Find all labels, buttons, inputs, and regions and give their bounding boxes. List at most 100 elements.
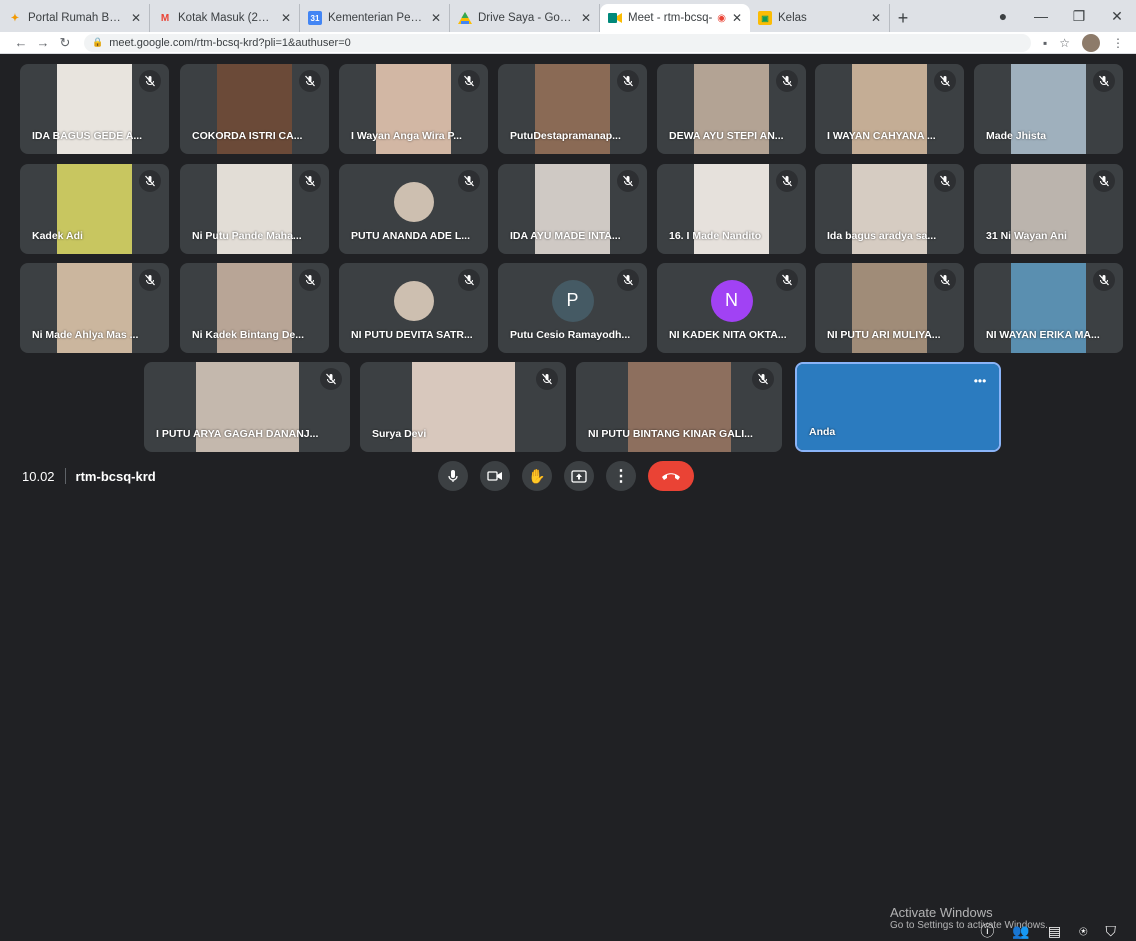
mic-off-icon	[617, 170, 639, 192]
url-text: meet.google.com/rtm-bcsq-krd?pli=1&authu…	[109, 36, 351, 49]
participant-tile[interactable]: Surya Devi	[360, 362, 566, 452]
watermark-line1: Activate Windows	[890, 905, 993, 920]
participant-tile[interactable]: NI WAYAN ERIKA MA...	[974, 263, 1123, 353]
participant-name: Anda	[809, 426, 836, 438]
activities-icon[interactable]: ⍟	[1079, 923, 1087, 940]
participant-name: IDA BAGUS GEDE A...	[32, 130, 143, 142]
mic-off-icon	[1093, 269, 1115, 291]
call-end-icon	[662, 473, 680, 480]
participant-tile[interactable]: IDA BAGUS GEDE A...	[20, 64, 169, 154]
new-tab-button[interactable]: +	[890, 4, 916, 32]
microphone-button[interactable]	[438, 461, 468, 491]
participant-name: NI PUTU ARI MULIYA...	[827, 329, 941, 341]
participant-avatar	[393, 181, 434, 222]
info-icon[interactable]: ⓘ	[980, 921, 994, 941]
participant-initial-avatar: P	[551, 279, 594, 322]
host-controls-icon[interactable]: ⛉	[1106, 923, 1117, 940]
close-tab-icon[interactable]: ✕	[871, 11, 881, 25]
participant-tile[interactable]: IDA AYU MADE INTA...	[498, 164, 647, 254]
close-tab-icon[interactable]: ✕	[131, 11, 141, 25]
tab-kelas[interactable]: ▣ Kelas ✕	[750, 4, 890, 32]
bookmark-star-icon[interactable]: ☆	[1059, 36, 1070, 50]
participant-tile[interactable]: 31 Ni Wayan Ani	[974, 164, 1123, 254]
camera-permission-icon[interactable]: ▪	[1043, 36, 1047, 50]
participant-tile[interactable]: ••• Anda	[795, 362, 1001, 452]
participant-tile[interactable]: 16. I Made Nandito	[657, 164, 806, 254]
url-field[interactable]: 🔒 meet.google.com/rtm-bcsq-krd?pli=1&aut…	[84, 33, 1031, 52]
participant-tile[interactable]: PUTU ANANDA ADE L...	[339, 164, 488, 254]
participant-tile[interactable]: Ni Kadek Bintang De...	[180, 263, 329, 353]
tab-portal-rumah-belajar[interactable]: ✦ Portal Rumah Belajar ✕	[0, 4, 150, 32]
participant-tile[interactable]: Ni Made Ahlya Mas ...	[20, 263, 169, 353]
participant-tile[interactable]: Ida bagus aradya sa...	[815, 164, 964, 254]
participant-tile[interactable]: COKORDA ISTRI CA...	[180, 64, 329, 154]
mic-off-icon	[617, 269, 639, 291]
participant-tile[interactable]: NI PUTU DEVITA SATR...	[339, 263, 488, 353]
mic-off-icon	[776, 70, 798, 92]
tile-options-icon[interactable]: •••	[969, 370, 991, 392]
tab-kementerian[interactable]: 31 Kementerian Pendidik ✕	[300, 4, 450, 32]
participant-tile[interactable]: Ni Putu Pande Maha...	[180, 164, 329, 254]
participant-tile[interactable]: NI PUTU BINTANG KINAR GALI...	[576, 362, 782, 452]
more-vert-icon: ⋮	[613, 468, 629, 485]
hand-icon: ✋	[528, 467, 546, 484]
close-tab-icon[interactable]: ✕	[281, 11, 291, 25]
call-controls: ✋ ⋮	[438, 461, 694, 491]
participant-tile[interactable]: I PUTU ARYA GAGAH DANANJ...	[144, 362, 350, 452]
drive-icon	[458, 11, 472, 25]
camera-button[interactable]	[480, 461, 510, 491]
recording-dot-icon: ◉	[717, 12, 726, 24]
participant-name: Made Jhista	[986, 130, 1047, 142]
participant-tile[interactable]: I WAYAN CAHYANA ...	[815, 64, 964, 154]
tab-label: Meet - rtm-bcsq-	[628, 12, 713, 24]
restore-icon[interactable]: ❐	[1060, 8, 1098, 25]
videocam-icon	[487, 471, 502, 481]
calendar-icon: 31	[308, 11, 322, 25]
profile-dot-icon[interactable]: ●	[984, 8, 1022, 24]
participant-name: Putu Cesio Ramayodh...	[510, 329, 631, 341]
participant-tile[interactable]: I Wayan Anga Wira P...	[339, 64, 488, 154]
present-icon	[571, 469, 587, 483]
participant-tile[interactable]: Kadek Adi	[20, 164, 169, 254]
participant-tile[interactable]: DEWA AYU STEPI AN...	[657, 64, 806, 154]
mic-off-icon	[934, 70, 956, 92]
mic-off-icon	[139, 269, 161, 291]
tab-label: Portal Rumah Belajar	[28, 12, 125, 24]
close-tab-icon[interactable]: ✕	[732, 11, 742, 25]
participant-video	[412, 362, 515, 452]
participant-name: Ni Made Ahlya Mas ...	[32, 329, 139, 341]
mic-off-icon	[536, 368, 558, 390]
raise-hand-button[interactable]: ✋	[522, 461, 552, 491]
reload-icon[interactable]: ↻	[54, 35, 76, 51]
present-screen-button[interactable]	[564, 461, 594, 491]
close-tab-icon[interactable]: ✕	[581, 11, 591, 25]
forward-arrow-icon[interactable]: →	[32, 35, 54, 50]
leave-call-button[interactable]	[648, 461, 694, 491]
microphone-icon	[448, 470, 458, 482]
minimize-icon[interactable]: —	[1022, 8, 1060, 24]
participant-name: I PUTU ARYA GAGAH DANANJ...	[156, 428, 319, 440]
participant-tile[interactable]: NI PUTU ARI MULIYA...	[815, 263, 964, 353]
chat-icon[interactable]: ▤	[1048, 923, 1061, 940]
participant-tile[interactable]: PutuDestapramanap...	[498, 64, 647, 154]
mic-off-icon	[934, 269, 956, 291]
participant-tile[interactable]: P Putu Cesio Ramayodh...	[498, 263, 647, 353]
participant-tile[interactable]: N NI KADEK NITA OKTA...	[657, 263, 806, 353]
tab-meet[interactable]: Meet - rtm-bcsq- ◉ ✕	[600, 4, 750, 32]
tab-gmail[interactable]: M Kotak Masuk (273) - p ✕	[150, 4, 300, 32]
mic-off-icon	[299, 170, 321, 192]
right-controls: ⓘ 👥 ▤ ⍟ ⛉	[980, 921, 1116, 941]
classroom-icon: ▣	[758, 11, 772, 25]
back-arrow-icon[interactable]: ←	[10, 35, 32, 50]
people-icon[interactable]: 👥	[1012, 923, 1029, 940]
participant-tile[interactable]: Made Jhista	[974, 64, 1123, 154]
participant-name: NI PUTU DEVITA SATR...	[351, 329, 473, 341]
close-tab-icon[interactable]: ✕	[431, 11, 441, 25]
participant-name: NI PUTU BINTANG KINAR GALI...	[588, 428, 753, 440]
more-options-button[interactable]: ⋮	[606, 461, 636, 491]
tab-label: Drive Saya - Google D	[478, 12, 575, 24]
menu-kebab-icon[interactable]: ⋮	[1112, 36, 1124, 50]
close-window-icon[interactable]: ✕	[1098, 8, 1136, 25]
tab-drive[interactable]: Drive Saya - Google D ✕	[450, 4, 600, 32]
profile-avatar[interactable]	[1082, 33, 1100, 52]
